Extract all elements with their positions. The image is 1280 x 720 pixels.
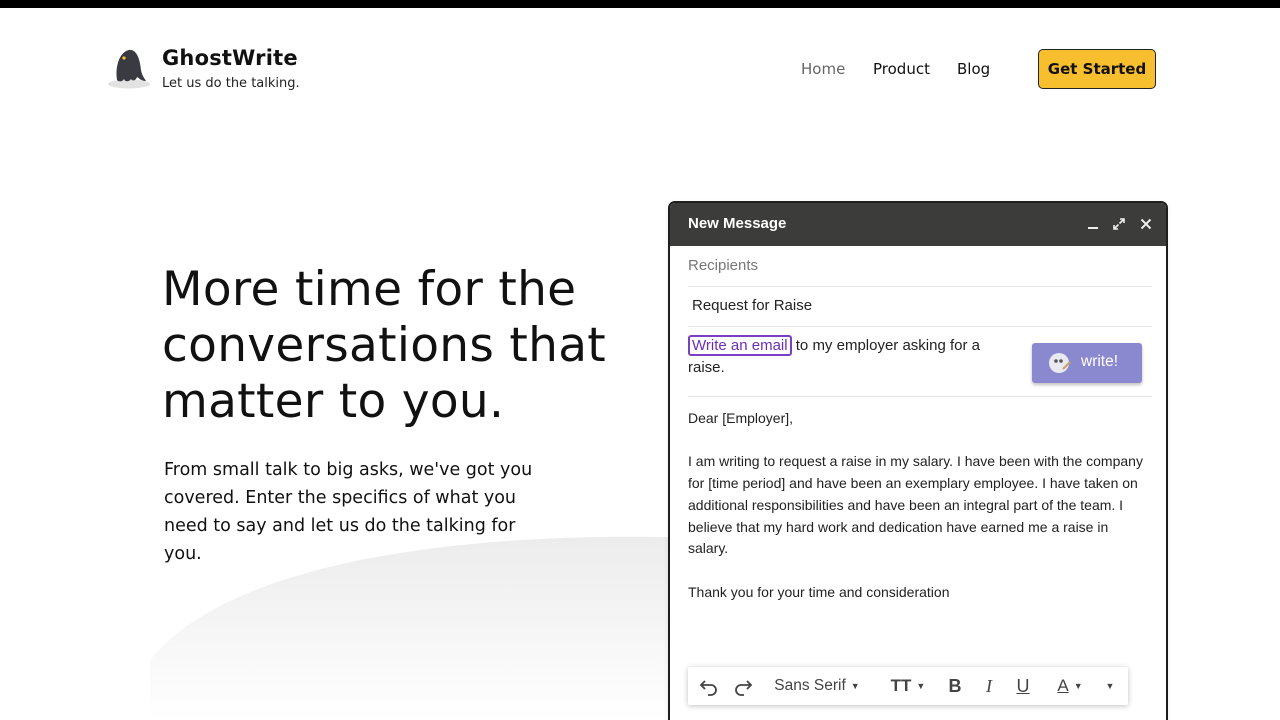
- email-greeting: Dear [Employer],: [688, 410, 794, 426]
- text-color-button[interactable]: A ▼: [1050, 667, 1090, 705]
- chevron-down-icon: ▼: [850, 681, 860, 691]
- email-paragraph: I am writing to request a raise in my sa…: [688, 453, 1143, 557]
- redo-icon[interactable]: [730, 667, 756, 705]
- bold-button[interactable]: B: [944, 667, 966, 705]
- minimize-icon[interactable]: [1082, 213, 1104, 235]
- email-closing: Thank you for your time and consideratio…: [688, 583, 950, 600]
- ghost-logo-icon[interactable]: [107, 46, 153, 90]
- nav-product-link[interactable]: Product: [873, 60, 930, 78]
- formatting-toolbar: Sans Serif ▼ TT ▼ B I U A ▼ ▼: [688, 667, 1128, 705]
- nav-home-link[interactable]: Home: [801, 60, 845, 78]
- chevron-down-icon: ▼: [1073, 681, 1083, 691]
- prompt-input[interactable]: Write an email to my employer asking for…: [688, 335, 1008, 379]
- ghost-writer-icon: [1048, 351, 1072, 375]
- get-started-button[interactable]: Get Started: [1038, 49, 1156, 89]
- close-icon[interactable]: [1135, 213, 1157, 235]
- compose-header: New Message: [670, 203, 1166, 246]
- email-body[interactable]: Dear [Employer], I am writing to request…: [688, 408, 1152, 625]
- compose-window: New Message Recipients Request for Raise…: [668, 201, 1168, 720]
- text-size-icon: TT: [890, 676, 912, 695]
- hero-subtitle: From small talk to big asks, we've got y…: [164, 460, 533, 564]
- font-family-select[interactable]: Sans Serif ▼: [772, 667, 862, 705]
- nav-blog-link[interactable]: Blog: [957, 60, 990, 78]
- chevron-down-icon: ▼: [916, 681, 926, 691]
- italic-button[interactable]: I: [978, 667, 1000, 705]
- brand-tagline: Let us do the talking.: [162, 76, 300, 91]
- prompt-area: Write an email to my employer asking for…: [688, 327, 1152, 397]
- write-button[interactable]: write!: [1032, 343, 1142, 383]
- undo-icon[interactable]: [696, 667, 722, 705]
- more-options-icon[interactable]: ▼: [1100, 667, 1120, 705]
- font-size-select[interactable]: TT ▼: [888, 667, 928, 705]
- hero-title: More time for the conversations that mat…: [162, 262, 607, 429]
- text-color-icon: A: [1057, 676, 1069, 695]
- underline-button[interactable]: U: [1012, 667, 1034, 705]
- subject-field[interactable]: Request for Raise: [688, 287, 1152, 327]
- recipients-field[interactable]: Recipients: [688, 246, 1152, 287]
- prompt-chip[interactable]: Write an email: [688, 335, 792, 356]
- compose-title: New Message: [688, 215, 787, 232]
- brand-name[interactable]: GhostWrite: [162, 46, 298, 70]
- expand-icon[interactable]: [1108, 213, 1130, 235]
- font-family-value: Sans Serif: [774, 677, 846, 694]
- write-button-label: write!: [1081, 353, 1119, 370]
